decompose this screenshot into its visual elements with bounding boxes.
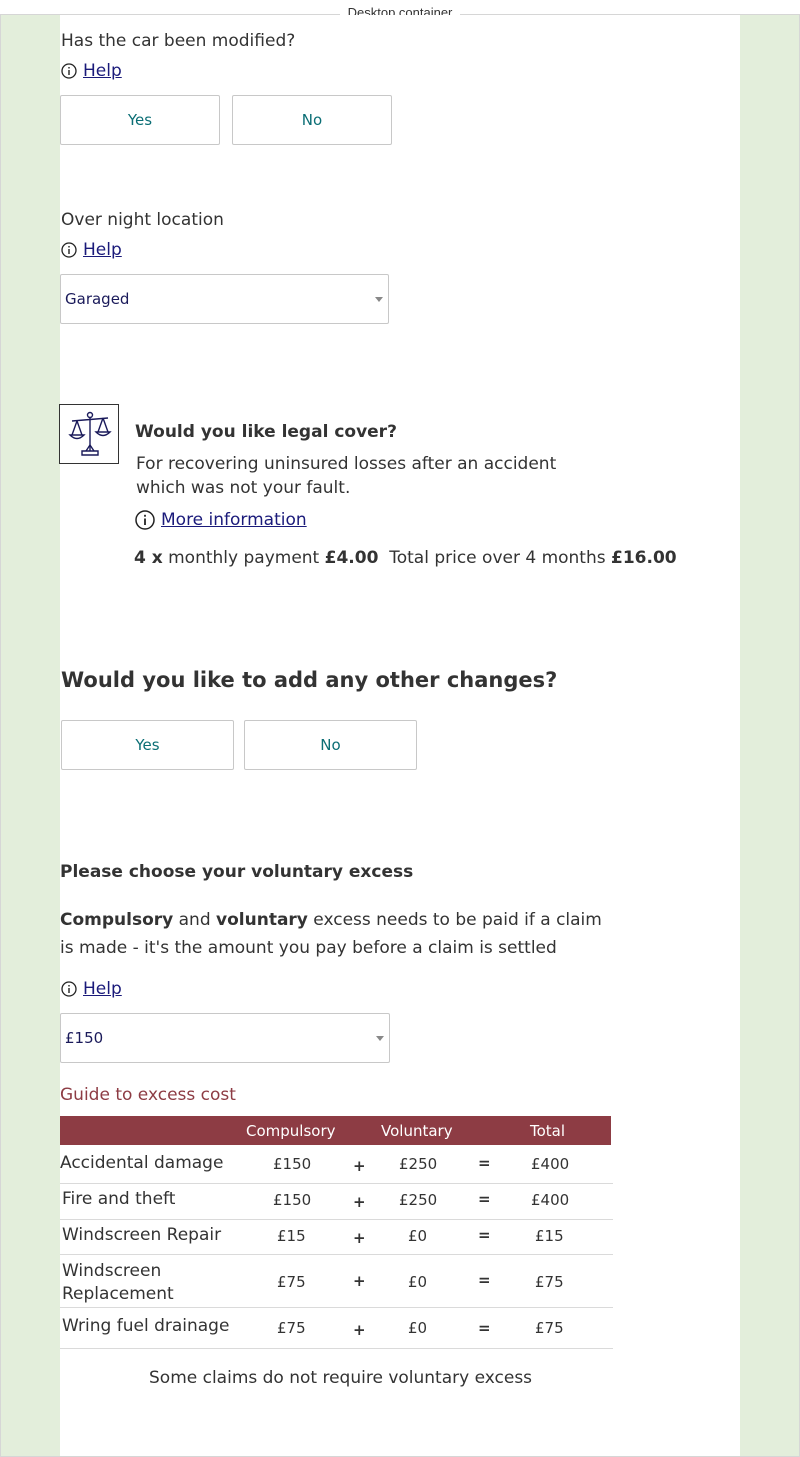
table-row: Windscreen Repair £15 + £0 = £15 xyxy=(60,1219,613,1255)
other-changes-yes-button[interactable]: Yes xyxy=(61,720,234,770)
monthly-value: £4.00 xyxy=(324,548,379,568)
legal-price-line: 4 x monthly payment £4.00 Total price ov… xyxy=(134,548,677,568)
excess-footnote: Some claims do not require voluntary exc… xyxy=(149,1368,533,1388)
modified-help: Help xyxy=(61,61,122,81)
overnight-selected-value: Garaged xyxy=(65,290,130,308)
overnight-location-select[interactable]: Garaged xyxy=(60,274,389,324)
more-information-link[interactable]: More information xyxy=(161,510,307,530)
legal-more-info: More information xyxy=(135,510,307,530)
dropdown-caret-icon xyxy=(375,297,383,302)
modified-question: Has the car been modified? xyxy=(61,31,296,51)
overnight-help: Help xyxy=(61,240,122,260)
table-row: Wring fuel drainage £75 + £0 = £75 xyxy=(60,1307,613,1349)
monthly-label: monthly payment xyxy=(168,548,320,568)
legal-cover-description: For recovering uninsured losses after an… xyxy=(136,454,557,498)
left-gutter xyxy=(0,15,61,1457)
legal-cover-title: Would you like legal cover? xyxy=(135,422,397,442)
total-value: £16.00 xyxy=(611,548,677,568)
table-row: Accidental damage £150 + £250 = £400 xyxy=(60,1145,613,1184)
col-voluntary: Voluntary xyxy=(381,1122,453,1140)
total-label: Total price over 4 months xyxy=(389,548,606,568)
overnight-help-link[interactable]: Help xyxy=(83,240,122,260)
main-content: Has the car been modified? Help Yes No O… xyxy=(59,15,740,1457)
col-total: Total xyxy=(530,1122,566,1140)
info-icon xyxy=(135,510,155,530)
excess-selected-value: £150 xyxy=(65,1029,104,1047)
scales-icon xyxy=(68,411,112,456)
other-changes-no-button[interactable]: No xyxy=(244,720,417,770)
overnight-question: Over night location xyxy=(61,210,224,230)
right-gutter xyxy=(740,15,800,1457)
table-row: Fire and theft £150 + £250 = £400 xyxy=(60,1183,613,1220)
info-icon xyxy=(61,981,77,997)
excess-help: Help xyxy=(61,979,122,999)
excess-help-link[interactable]: Help xyxy=(83,979,122,999)
info-icon xyxy=(61,63,77,79)
legal-cover-icon xyxy=(59,404,119,464)
payment-count: 4 x xyxy=(134,548,163,568)
col-compulsory: Compulsory xyxy=(246,1122,336,1140)
other-changes-question: Would you like to add any other changes? xyxy=(61,668,558,692)
modified-help-link[interactable]: Help xyxy=(83,61,122,81)
excess-description: Compulsory and voluntary excess needs to… xyxy=(60,910,602,958)
excess-heading: Please choose your voluntary excess xyxy=(60,862,414,882)
table-row: Windscreen Replacement £75 + £0 = £75 xyxy=(60,1254,613,1308)
dropdown-caret-icon xyxy=(376,1036,384,1041)
excess-table-header: Compulsory Voluntary Total xyxy=(60,1116,611,1145)
info-icon xyxy=(61,242,77,258)
voluntary-excess-select[interactable]: £150 xyxy=(60,1013,390,1063)
modified-no-button[interactable]: No xyxy=(232,95,392,145)
modified-yes-button[interactable]: Yes xyxy=(60,95,220,145)
guide-to-excess-title: Guide to excess cost xyxy=(60,1085,236,1105)
